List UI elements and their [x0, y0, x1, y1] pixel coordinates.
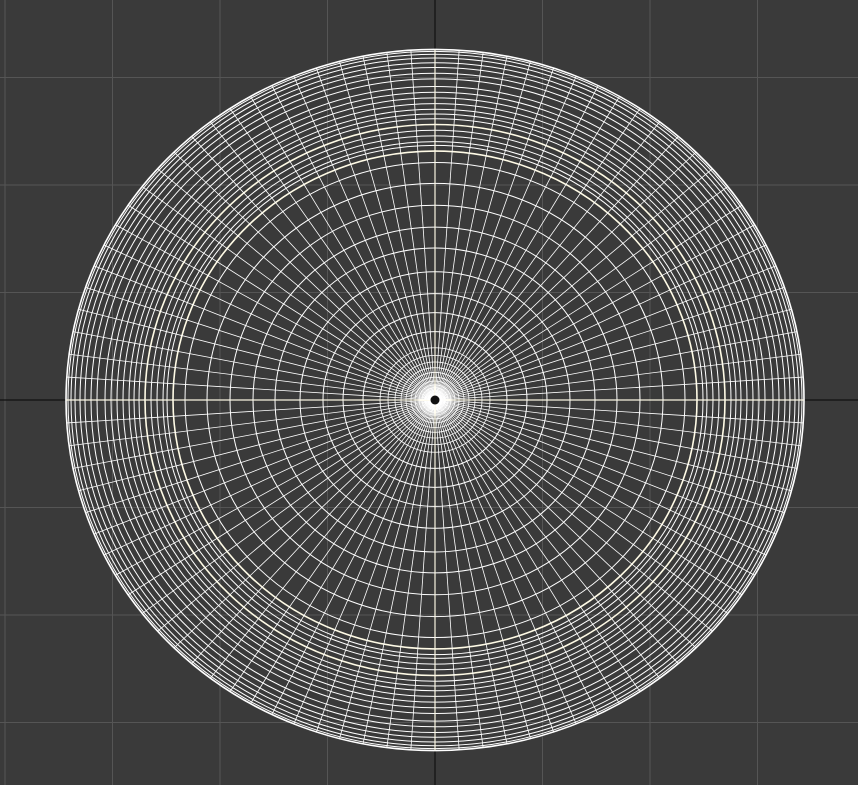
pivot-gizmo[interactable] — [430, 395, 440, 405]
viewport-top[interactable] — [0, 0, 858, 785]
viewport-canvas[interactable] — [0, 0, 858, 785]
